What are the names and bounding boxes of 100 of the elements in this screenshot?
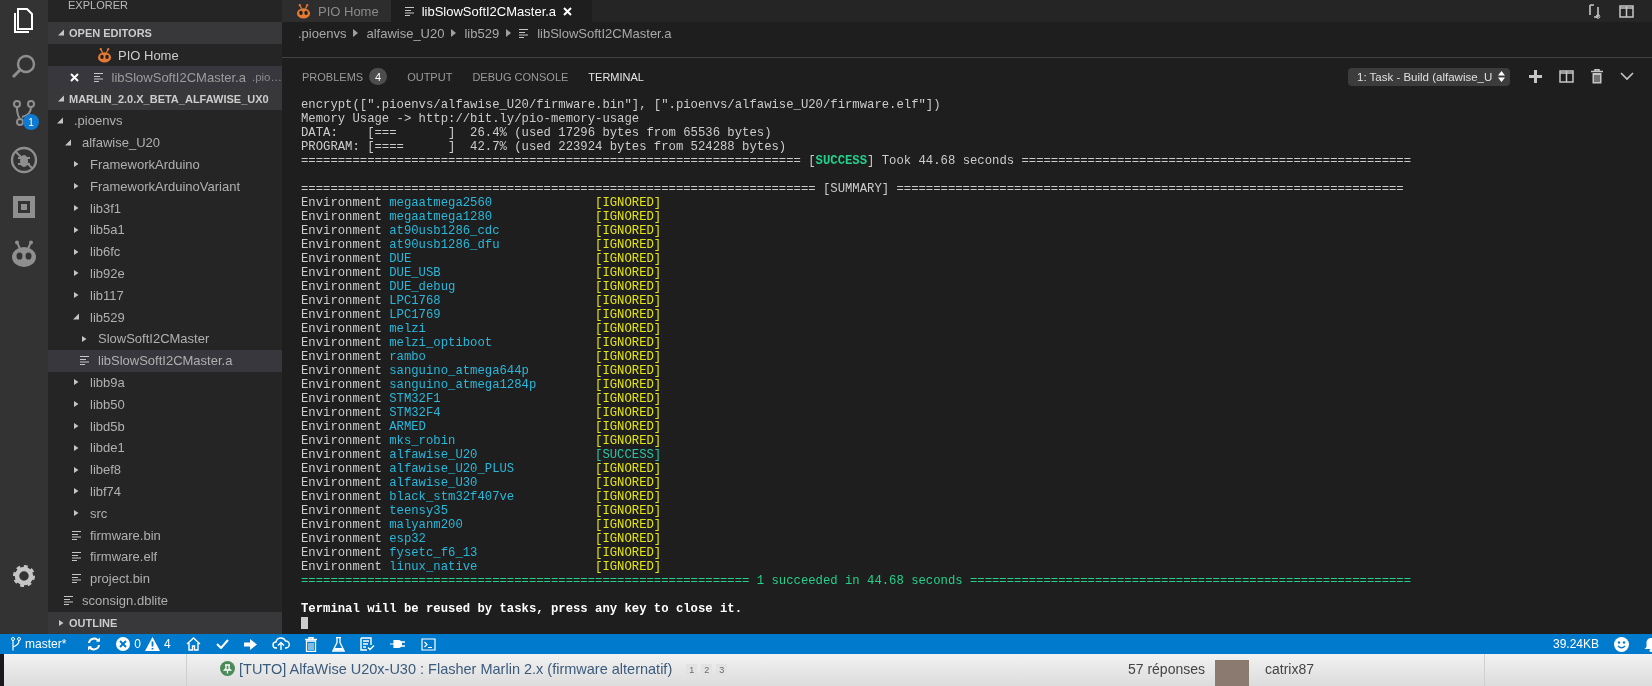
panel-tab[interactable]: TERMINAL	[588, 70, 644, 83]
page-link[interactable]: 2	[701, 664, 713, 676]
expand-triangle-icon[interactable]	[72, 182, 80, 191]
collapse-triangle-icon[interactable]	[64, 138, 72, 147]
text-cursor	[301, 616, 308, 629]
breadcrumb-item[interactable]: .pioenvs	[298, 25, 347, 41]
breadcrumb-item[interactable]: alfawise_U20	[366, 25, 445, 41]
chevron-down-icon[interactable]	[1620, 72, 1634, 81]
folder-item[interactable]: lib3f1	[48, 197, 282, 219]
folder-item[interactable]: libb9a	[48, 371, 282, 394]
terminal-dropdown[interactable]: 1: Task - Build (alfawise_U	[1348, 67, 1510, 86]
expand-triangle-icon[interactable]	[72, 378, 80, 387]
folder-item[interactable]: lib92e	[48, 262, 282, 285]
panel-tab[interactable]: OUTPUT	[407, 70, 453, 83]
expand-triangle-icon[interactable]	[72, 269, 80, 278]
file-item[interactable]: firmware.elf	[48, 545, 282, 568]
section-header[interactable]: OPEN EDITORS	[48, 22, 282, 44]
page-link[interactable]: 1	[686, 664, 698, 676]
folder-item[interactable]: alfawise_U20	[48, 131, 282, 154]
cloud-upload-icon[interactable]	[271, 637, 290, 651]
folder-item[interactable]: lib6fc	[48, 240, 282, 263]
settings-icon[interactable]	[12, 564, 36, 588]
chevron-right-icon	[353, 29, 359, 37]
expand-triangle-icon[interactable]	[72, 204, 80, 213]
folder-item[interactable]: libd5b	[48, 415, 282, 437]
file-item[interactable]: sconsign.dblite	[48, 589, 282, 612]
plug-icon[interactable]	[389, 638, 406, 650]
expand-triangle-icon[interactable]	[72, 247, 80, 256]
expand-triangle-icon[interactable]	[72, 225, 80, 234]
reply-count: 57 réponses	[1127, 661, 1205, 677]
check-icon[interactable]	[215, 639, 229, 649]
split-editor-icon[interactable]	[1619, 4, 1634, 18]
section-header[interactable]: OUTLINE	[48, 612, 282, 634]
terminal-line: Environment megaatmega1280 [IGNORED]	[301, 210, 662, 224]
file-item[interactable]: project.bin	[48, 567, 282, 590]
breadcrumb-item[interactable]: libSlowSoftI2CMaster.a	[519, 25, 672, 41]
expand-triangle-icon[interactable]	[72, 443, 80, 452]
chevron-right-icon	[506, 29, 512, 37]
trash-icon[interactable]	[1591, 69, 1603, 84]
smiley-icon[interactable]	[1614, 636, 1629, 652]
folder-item[interactable]: src	[48, 502, 282, 525]
file-lines-icon	[72, 574, 82, 584]
home-icon[interactable]	[185, 637, 201, 651]
terminal-icon[interactable]	[420, 637, 436, 651]
terminal-line: Environment alfawise_U30 [IGNORED]	[301, 476, 662, 490]
terminal-line: Environment sanguino_atmega1284p [IGNORED]	[301, 378, 662, 392]
arrow-right-icon[interactable]	[243, 638, 257, 650]
expand-triangle-icon[interactable]	[72, 160, 80, 169]
editor-tab[interactable]: libSlowSoftI2CMaster.a	[390, 0, 593, 22]
compare-icon[interactable]	[1587, 3, 1601, 19]
folder-item[interactable]: .pioenvs	[48, 110, 282, 132]
editor-tab[interactable]: PIO Home	[282, 0, 391, 22]
terminal-line: Environment DUE_debug [IGNORED]	[301, 280, 662, 294]
topic-link[interactable]: [TUTO] AlfaWise U20x-U30 : Flasher Marlin 2.x (firmware alternatif)	[239, 661, 673, 677]
plus-icon[interactable]	[1529, 70, 1542, 83]
terminal-line: Environment melzi [IGNORED]	[301, 322, 662, 336]
branch-status[interactable]: master*	[11, 637, 67, 651]
expand-triangle-icon[interactable]	[72, 465, 80, 474]
folder-item[interactable]: libb50	[48, 393, 282, 416]
files-icon	[12, 8, 36, 34]
open-editor-item[interactable]: PIO Home	[48, 44, 282, 66]
collapse-triangle-icon[interactable]	[72, 313, 80, 322]
collapse-triangle-icon[interactable]	[56, 116, 64, 125]
sync-icon[interactable]	[87, 637, 102, 651]
trash-icon[interactable]	[304, 636, 317, 652]
file-size-status[interactable]: 39.24KB	[1552, 637, 1599, 651]
expand-triangle-icon[interactable]	[72, 291, 80, 300]
problems-status[interactable]: 0 4	[116, 637, 171, 651]
expand-triangle-icon[interactable]	[57, 619, 65, 627]
split-terminal-icon[interactable]	[1559, 70, 1574, 83]
folder-item[interactable]: lib5a1	[48, 219, 282, 241]
expand-triangle-icon[interactable]	[72, 509, 80, 518]
folder-item[interactable]: FrameworkArduino	[48, 153, 282, 176]
checklist-icon[interactable]	[359, 637, 375, 651]
folder-item[interactable]: lib117	[48, 284, 282, 307]
terminal-line: Terminal will be reused by tasks, press any key to close it.	[301, 602, 743, 616]
author-name[interactable]: catrix87	[1265, 661, 1315, 677]
collapse-triangle-icon[interactable]	[57, 95, 65, 103]
page-link[interactable]: 3	[716, 664, 728, 676]
panel-tab[interactable]: DEBUG CONSOLE	[472, 70, 569, 83]
section-header[interactable]: MARLIN_2.0.X_BETA_ALFAWISE_UX0	[48, 88, 282, 110]
folder-item[interactable]: libde1	[48, 436, 282, 459]
folder-item[interactable]: libf74	[48, 480, 282, 503]
breadcrumb-item[interactable]: lib529	[464, 25, 500, 41]
collapse-triangle-icon[interactable]	[57, 29, 65, 37]
panel-tab[interactable]: PROBLEMS 4	[302, 68, 388, 85]
expand-triangle-icon[interactable]	[72, 487, 80, 496]
flask-icon[interactable]	[331, 636, 345, 652]
close-icon[interactable]	[69, 72, 79, 82]
close-icon[interactable]	[563, 6, 573, 16]
expand-triangle-icon[interactable]	[72, 400, 80, 409]
expand-triangle-icon[interactable]	[80, 334, 88, 343]
alien-head-icon	[296, 3, 311, 19]
file-item[interactable]: firmware.bin	[48, 524, 282, 546]
folder-item[interactable]: lib529	[48, 306, 282, 328]
open-editor-item[interactable]: libSlowSoftI2CMaster.a .pio…	[48, 66, 282, 88]
folder-item[interactable]: libef8	[48, 458, 282, 481]
activity-item[interactable]: 1	[0, 89, 48, 136]
folder-item[interactable]: FrameworkArduinoVariant	[48, 175, 282, 198]
expand-triangle-icon[interactable]	[72, 422, 80, 431]
